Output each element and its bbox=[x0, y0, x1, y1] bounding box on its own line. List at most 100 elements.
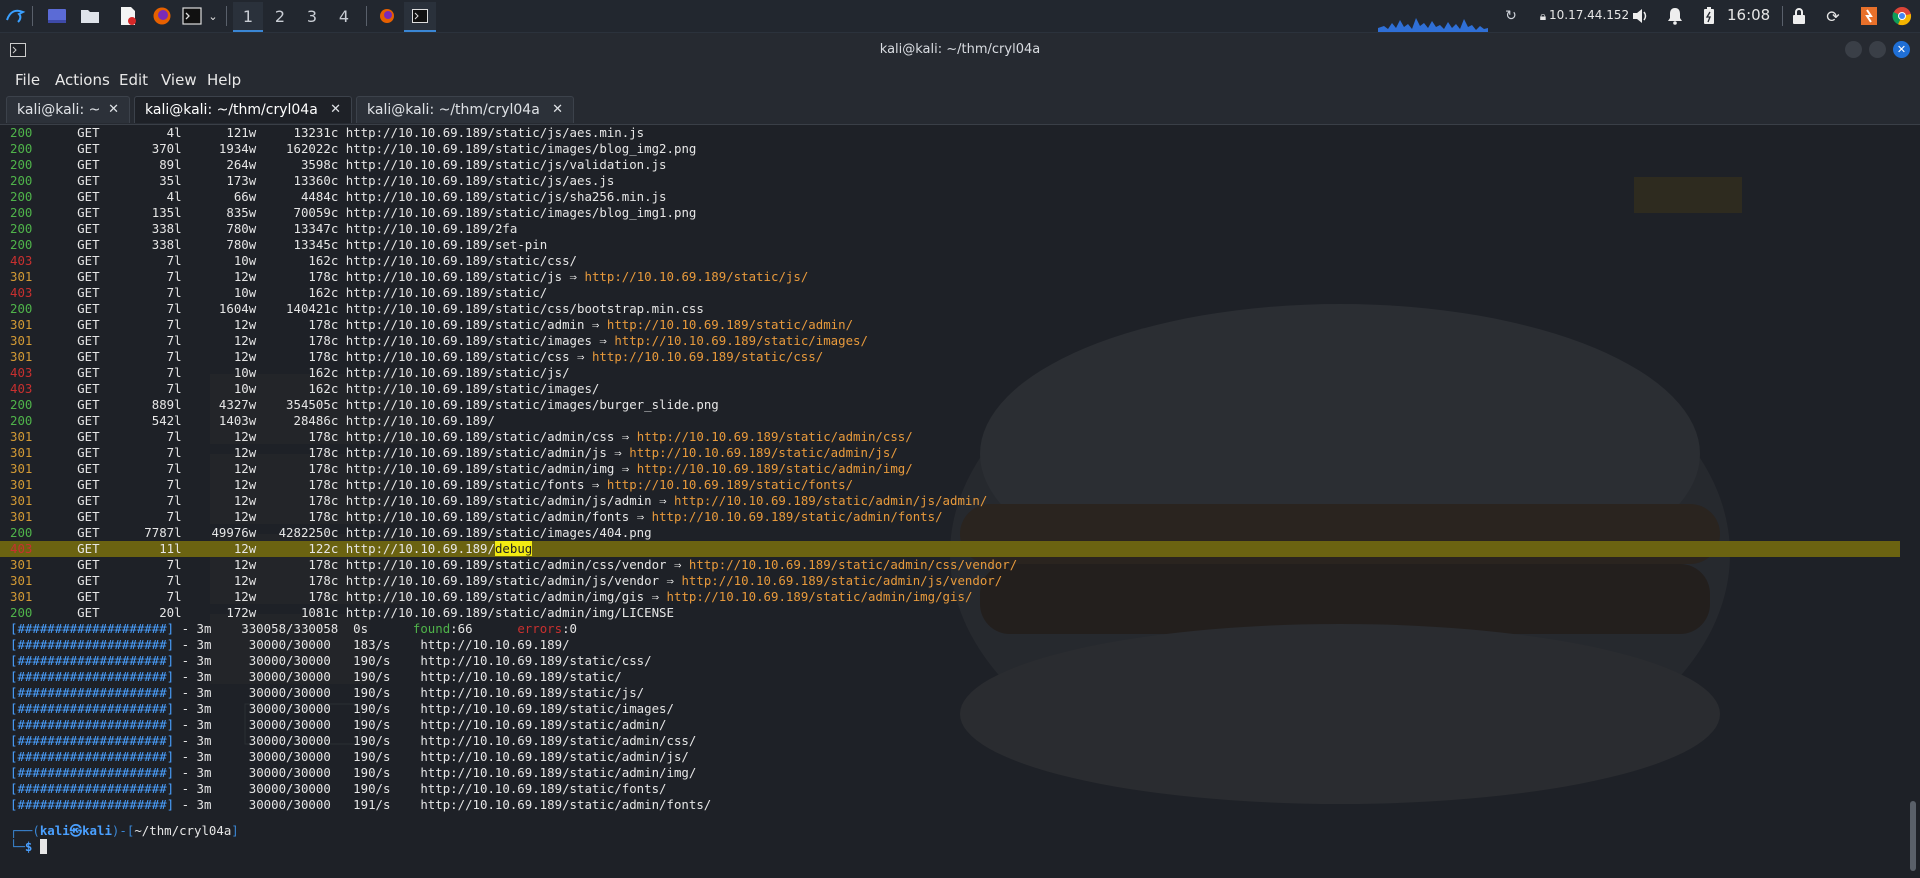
network-monitor-graph bbox=[1378, 14, 1488, 32]
line-count: 7l bbox=[99, 365, 182, 380]
redirect-arrow: ⇒ bbox=[584, 477, 607, 492]
rate: 190/s bbox=[330, 669, 421, 684]
word-count: 4327w bbox=[181, 397, 257, 412]
window-titlebar[interactable]: kali@kali: ~/thm/cryl04a ✕ bbox=[0, 33, 1920, 66]
char-count: 178c bbox=[256, 333, 339, 348]
line-count: 7l bbox=[99, 301, 182, 316]
redirect-arrow: ⇒ bbox=[666, 557, 689, 572]
workspace-2[interactable]: 2 bbox=[265, 2, 295, 30]
request-count: 30000/30000 bbox=[248, 749, 331, 764]
close-button[interactable]: ✕ bbox=[1893, 41, 1910, 58]
scan-url: http://10.10.69.189/static/admin/css/ bbox=[420, 733, 697, 748]
workspace-1[interactable]: 1 bbox=[233, 2, 263, 32]
firefox-icon[interactable] bbox=[151, 5, 173, 27]
status-code: 200 bbox=[10, 397, 33, 412]
char-count: 162c bbox=[256, 381, 339, 396]
terminal-launcher-icon[interactable] bbox=[181, 5, 203, 27]
minimize-button[interactable] bbox=[1845, 41, 1862, 58]
menu-edit[interactable]: Edit bbox=[119, 71, 148, 89]
maximize-button[interactable] bbox=[1869, 41, 1886, 58]
panel-separator bbox=[226, 6, 227, 26]
progress-line: [####################] - 3m 30000/30000 … bbox=[10, 733, 696, 749]
elapsed-time: - 3m bbox=[174, 669, 249, 684]
redirect-url: http://10.10.69.189/static/js/ bbox=[584, 269, 809, 284]
result-url: http://10.10.69.189/static/admin bbox=[345, 317, 585, 332]
progress-line: [####################] - 3m 30000/30000 … bbox=[10, 797, 711, 813]
menu-view[interactable]: View bbox=[161, 71, 197, 89]
close-tab-icon[interactable]: ✕ bbox=[108, 102, 119, 117]
close-tab-icon[interactable]: ✕ bbox=[552, 102, 563, 117]
lock-screen-icon[interactable] bbox=[1788, 5, 1810, 27]
http-method: GET bbox=[77, 189, 100, 204]
highlighted-match: debug bbox=[494, 541, 533, 556]
burp-suite-icon[interactable] bbox=[1858, 5, 1880, 27]
http-method: GET bbox=[77, 557, 100, 572]
workspace-3[interactable]: 3 bbox=[297, 2, 327, 30]
taskbar-firefox[interactable] bbox=[371, 2, 403, 30]
tab-2[interactable]: kali@kali: ~/thm/cryl04a ✕ bbox=[134, 96, 352, 123]
found-count: :66 bbox=[450, 621, 518, 636]
result-url: http://10.10.69.189/static/css bbox=[345, 349, 570, 364]
found-label: found bbox=[412, 621, 451, 636]
menu-help[interactable]: Help bbox=[207, 71, 241, 89]
tab-3[interactable]: kali@kali: ~/thm/cryl04a ✕ bbox=[356, 96, 574, 123]
scrollbar[interactable] bbox=[1910, 801, 1916, 871]
scan-url: http://10.10.69.189/static/images/ bbox=[420, 701, 674, 716]
refresh-icon[interactable]: ↻ bbox=[1500, 5, 1522, 27]
kali-menu-icon[interactable] bbox=[4, 5, 26, 27]
word-count: 12w bbox=[181, 269, 257, 284]
prompt-cwd: ~/thm/cryl04a bbox=[134, 823, 232, 838]
tab-1[interactable]: kali@kali: ~ ✕ bbox=[6, 96, 130, 123]
rate: 190/s bbox=[330, 717, 421, 732]
elapsed-time: - 3m bbox=[174, 797, 249, 812]
notification-bell-icon[interactable] bbox=[1664, 5, 1686, 27]
status-code: 301 bbox=[10, 493, 33, 508]
http-method: GET bbox=[77, 237, 100, 252]
workspace-4[interactable]: 4 bbox=[329, 2, 359, 30]
request-count: 30000/30000 bbox=[248, 669, 331, 684]
text-cursor[interactable] bbox=[39, 839, 48, 854]
char-count: 28486c bbox=[256, 413, 339, 428]
result-line: 301 GET 7l 12w 178c http://10.10.69.189/… bbox=[10, 557, 1017, 573]
clock[interactable]: 16:08 bbox=[1727, 6, 1770, 24]
line-count: 7l bbox=[99, 493, 182, 508]
progress-bar: [####################] bbox=[10, 621, 175, 636]
redirect-url: http://10.10.69.189/static/admin/css/ bbox=[636, 429, 913, 444]
logout-icon[interactable]: ⟳ bbox=[1822, 5, 1844, 27]
file-manager-icon[interactable] bbox=[79, 5, 101, 27]
terminal-output[interactable]: 200 GET 4l 121w 13231c http://10.10.69.1… bbox=[0, 125, 1900, 875]
volume-icon[interactable] bbox=[1630, 5, 1652, 27]
result-line: 301 GET 7l 12w 178c http://10.10.69.189/… bbox=[10, 509, 943, 525]
result-line: 301 GET 7l 12w 178c http://10.10.69.189/… bbox=[10, 493, 987, 509]
chrome-icon[interactable] bbox=[1891, 5, 1913, 27]
menu-file[interactable]: File bbox=[15, 71, 40, 89]
scan-url: http://10.10.69.189/static/css/ bbox=[420, 653, 652, 668]
line-count: 7l bbox=[99, 317, 182, 332]
word-count: 172w bbox=[181, 605, 257, 620]
redirect-arrow: ⇒ bbox=[651, 493, 674, 508]
progress-bar: [####################] bbox=[10, 637, 175, 652]
chevron-down-icon[interactable]: ⌄ bbox=[206, 5, 220, 27]
battery-icon bbox=[1698, 5, 1720, 27]
word-count: 12w bbox=[181, 477, 257, 492]
close-tab-icon[interactable]: ✕ bbox=[330, 102, 341, 117]
text-editor-icon[interactable] bbox=[117, 5, 139, 27]
word-count: 10w bbox=[181, 381, 257, 396]
taskbar-terminal[interactable] bbox=[404, 2, 436, 32]
result-url: http://10.10.69.189/static/js/aes.min.js bbox=[345, 125, 645, 140]
show-desktop-icon[interactable] bbox=[46, 5, 68, 27]
menu-actions[interactable]: Actions bbox=[55, 71, 110, 89]
